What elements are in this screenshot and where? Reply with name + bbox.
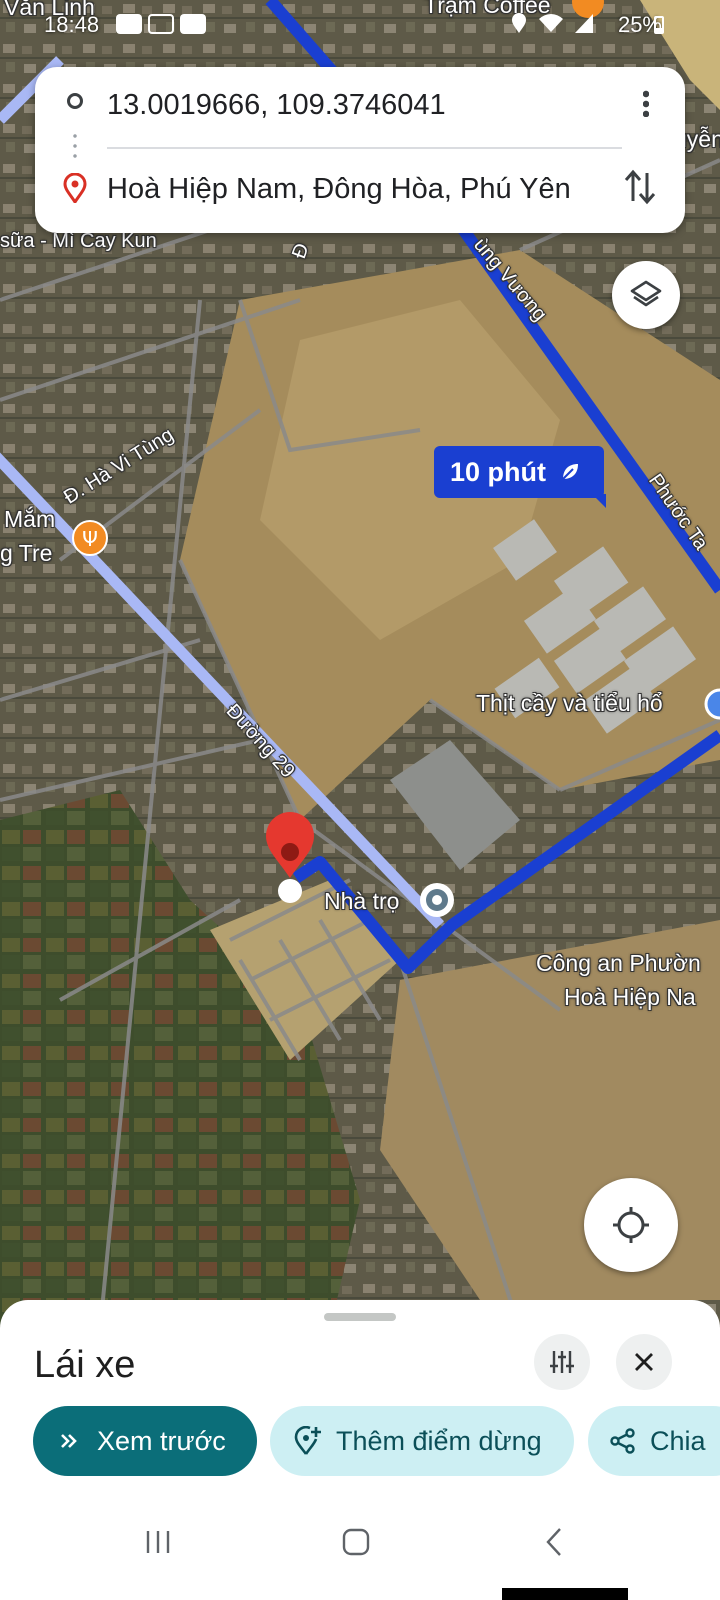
battery-icon (654, 16, 664, 34)
map-label-cong-an-1: Công an Phườn (536, 950, 701, 976)
travel-mode-title: Lái xe (34, 1344, 136, 1386)
eta-label: 10 phút (450, 456, 547, 487)
share-icon (610, 1428, 635, 1454)
origin-field[interactable]: 13.0019666, 109.3746041 (107, 89, 446, 122)
my-location-icon (613, 1207, 649, 1243)
layers-icon (630, 280, 662, 307)
wifi-icon (539, 14, 563, 32)
map-label-cong-an-2: Hoà Hiệp Na (564, 984, 696, 1010)
add-location-icon (294, 1426, 321, 1455)
svg-text:Ψ: Ψ (82, 527, 98, 551)
destination-field[interactable]: Hoà Hiệp Nam, Đông Hòa, Phú Yên (107, 173, 571, 206)
calendar-icon (148, 14, 174, 34)
my-location-button[interactable] (584, 1178, 678, 1272)
double-chevron-icon (61, 1434, 77, 1448)
close-icon (635, 1353, 653, 1371)
circle-outline-icon (67, 93, 83, 109)
status-bar: 18:48 25% (0, 0, 720, 52)
share-button[interactable]: Chia (588, 1406, 720, 1476)
recent-apps-button[interactable] (128, 1512, 188, 1572)
map-label-tre: g Tre (0, 540, 53, 566)
signal-icon (575, 14, 593, 33)
preview-button[interactable]: Xem trước (33, 1406, 257, 1476)
notification-icons (116, 14, 206, 34)
gesture-indicator (502, 1588, 628, 1600)
add-stop-label: Thêm điểm dừng (336, 1425, 542, 1456)
layers-button[interactable] (612, 261, 680, 329)
add-stop-button[interactable]: Thêm điểm dừng (270, 1406, 574, 1476)
eta-chip[interactable]: 10 phút (434, 446, 607, 508)
back-icon (546, 1528, 561, 1556)
map-label-thit-cay: Thịt cầy và tiểu hổ (476, 690, 663, 716)
status-time: 18:48 (44, 12, 100, 37)
route-dots (73, 131, 77, 161)
recents-icon (146, 1531, 170, 1553)
back-button[interactable] (524, 1512, 584, 1572)
map-label-nha-tro: Nhà trọ (324, 888, 400, 914)
more-vert-icon[interactable] (643, 89, 649, 117)
system-nav-bar (0, 1480, 720, 1600)
location-pin-icon (63, 173, 87, 203)
options-button[interactable] (534, 1334, 590, 1390)
home-button[interactable] (326, 1512, 386, 1572)
share-label: Chia (650, 1425, 706, 1456)
map-label-mam: Mắm (4, 506, 56, 532)
close-button[interactable] (616, 1334, 672, 1390)
youtube-icon (116, 14, 142, 34)
leaf-icon (562, 464, 579, 480)
system-icons (510, 12, 594, 34)
location-icon (512, 13, 526, 33)
drag-handle[interactable] (324, 1313, 396, 1321)
divider (107, 147, 622, 149)
swap-vert-icon[interactable] (623, 165, 657, 209)
youtube-icon (180, 14, 206, 34)
preview-label: Xem trước (97, 1425, 226, 1456)
map-label-mi-cay-kun: sữa - Mì Cay Kun (0, 230, 157, 252)
home-icon (342, 1528, 370, 1556)
tune-icon (550, 1351, 574, 1373)
directions-card: 13.0019666, 109.3746041 Hoà Hiệp Nam, Đô… (35, 67, 685, 233)
